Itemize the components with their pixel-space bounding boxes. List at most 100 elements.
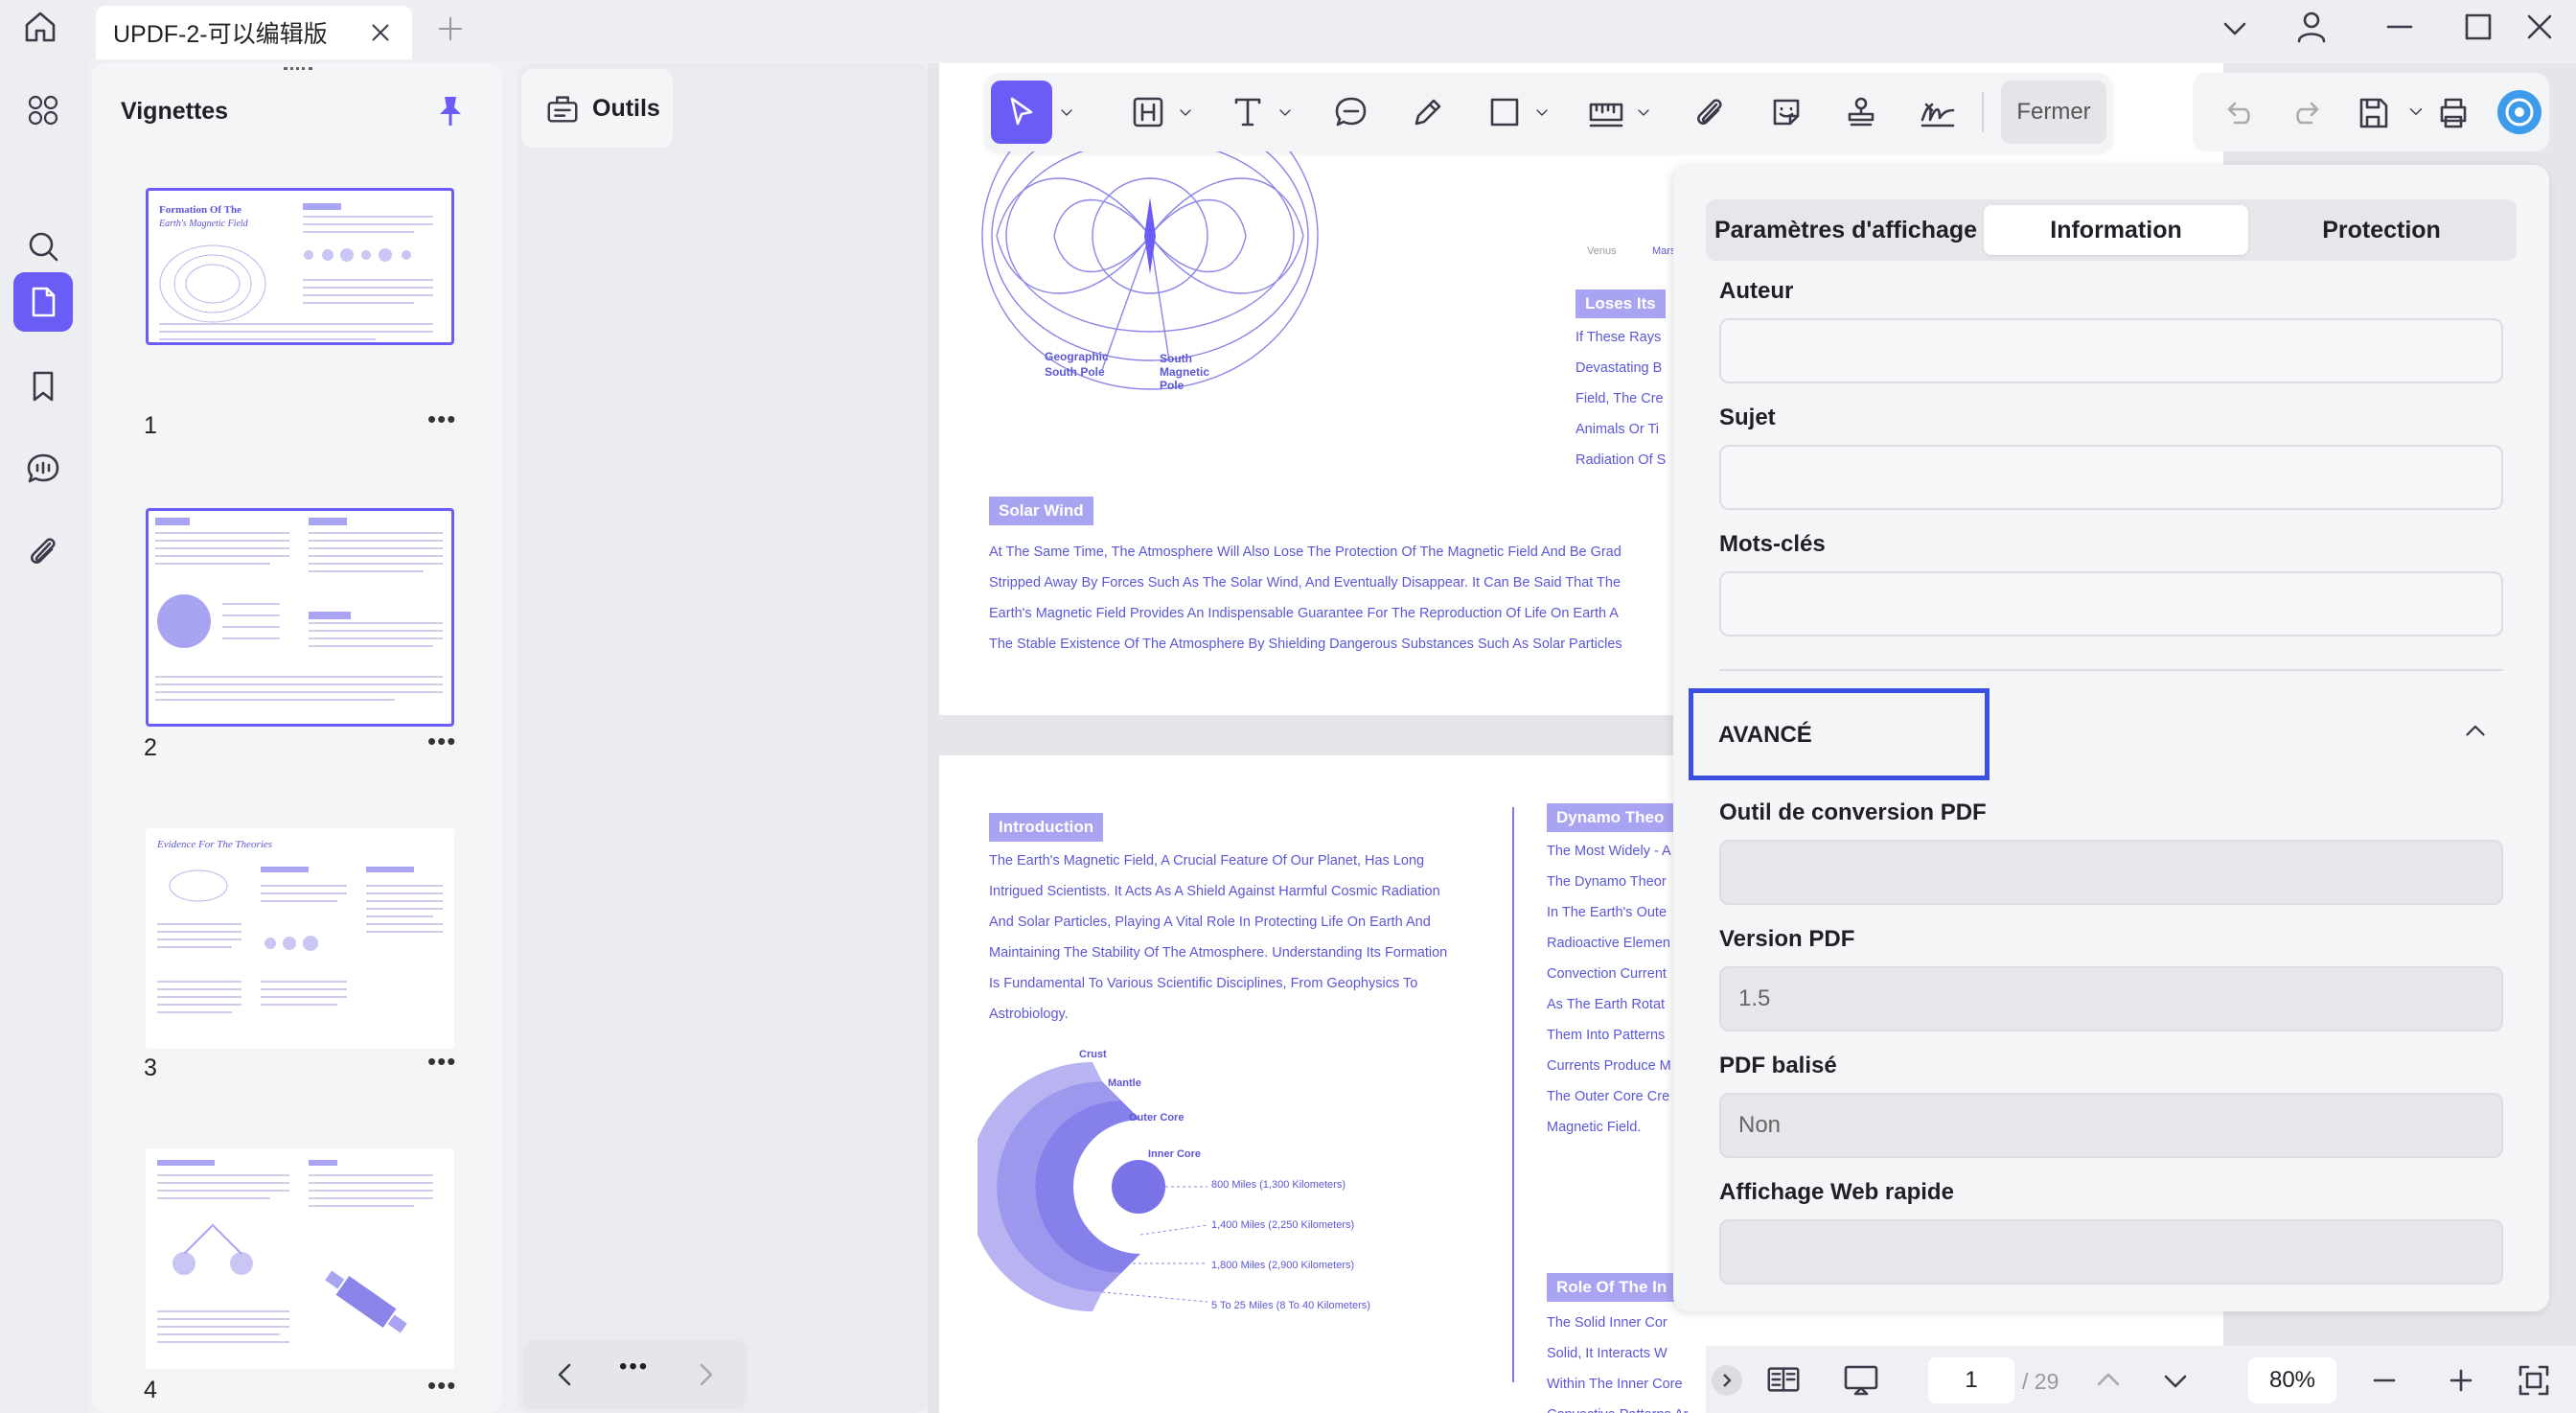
layer-label-inner-core: Inner Core — [1148, 1148, 1202, 1160]
home-icon[interactable] — [21, 8, 59, 46]
next-page-icon[interactable] — [2156, 1361, 2195, 1400]
more-options-icon[interactable]: ••• — [427, 405, 456, 434]
section-label: Loses Its — [1576, 290, 1666, 318]
comment-icon[interactable] — [13, 439, 73, 498]
more-options-icon[interactable]: ••• — [427, 727, 456, 756]
depth-label: 800 Miles (1,300 Kilometers) — [1211, 1179, 1346, 1191]
zoom-in-icon[interactable] — [2442, 1361, 2480, 1400]
page-thumbnail[interactable] — [146, 1148, 454, 1369]
keywords-field[interactable] — [1719, 571, 2503, 637]
save-icon[interactable] — [2354, 94, 2392, 132]
text-line: In The Earth's Oute — [1547, 905, 1668, 920]
tab-information[interactable]: Information — [1984, 205, 2248, 255]
select-tool-icon[interactable] — [991, 81, 1052, 144]
left-rail — [0, 59, 88, 1413]
text-line: Is Fundamental To Various Scientific Dis… — [989, 976, 1418, 991]
diagram-label-geo-south: Geographic — [1045, 350, 1109, 363]
tab-protection[interactable]: Protection — [2250, 205, 2513, 255]
comment-tool-icon[interactable] — [1326, 81, 1376, 144]
text-line: Currents Produce M — [1547, 1058, 1671, 1074]
advanced-section-header[interactable]: AVANCÉ — [1689, 688, 1990, 780]
page-thumbnail[interactable]: Evidence For The Theories — [146, 828, 454, 1049]
more-options-icon[interactable]: ••• — [427, 1371, 456, 1401]
tab-display-settings[interactable]: Paramètres d'affichage — [1710, 205, 1982, 255]
more-icon[interactable]: ••• — [619, 1354, 649, 1380]
section-label: Dynamo Theo — [1547, 803, 1674, 832]
author-field[interactable] — [1719, 318, 2503, 383]
chevron-down-icon[interactable] — [1175, 81, 1196, 144]
collapse-icon[interactable] — [1712, 1365, 1742, 1396]
svg-text:Earth's Magnetic Field: Earth's Magnetic Field — [158, 219, 249, 229]
text-line: The Most Widely - A — [1547, 844, 1671, 859]
tools-label: Outils — [592, 94, 660, 122]
redo-icon[interactable] — [2288, 94, 2327, 132]
page-thumbnail[interactable] — [146, 508, 454, 727]
signature-icon[interactable] — [1911, 81, 1965, 144]
pdf-version-field: 1.5 — [1719, 966, 2503, 1031]
title-bar: UPDF-2-可以编辑版 — [0, 0, 2576, 59]
page-thumbnail[interactable]: Formation Of The Earth's Magnetic Field — [146, 188, 454, 345]
chevron-down-icon[interactable] — [1531, 81, 1552, 144]
attach-file-icon[interactable] — [1685, 81, 1735, 144]
pencil-tool-icon[interactable] — [1403, 81, 1453, 144]
highlight-tool-icon[interactable] — [1123, 81, 1173, 144]
text-line: Stripped Away By Forces Such As The Sola… — [989, 575, 1622, 591]
text-line: The Solid Inner Cor — [1547, 1315, 1668, 1331]
tools-button[interactable]: Outils — [521, 69, 673, 148]
chevron-down-icon[interactable] — [2216, 10, 2254, 48]
more-options-icon[interactable]: ••• — [427, 1047, 456, 1077]
text-line: Astrobiology. — [989, 1007, 1069, 1022]
current-page-input[interactable]: 1 — [1928, 1357, 2014, 1403]
new-tab-icon[interactable] — [435, 13, 466, 44]
diagram-label-geo-south-2: South Pole — [1045, 365, 1105, 379]
text-block: The Earth's Magnetic Field, A Crucial Fe… — [989, 845, 1447, 1030]
shape-tool-icon[interactable] — [1480, 81, 1530, 144]
stamp-icon[interactable] — [1836, 81, 1886, 144]
close-tools-button[interactable]: Fermer — [2001, 81, 2106, 144]
chevron-down-icon[interactable] — [1056, 81, 1077, 144]
fit-page-icon[interactable] — [2515, 1361, 2553, 1400]
page-layout-icon[interactable] — [1765, 1361, 1802, 1398]
attachment-icon[interactable] — [13, 521, 73, 581]
maximize-icon[interactable] — [2459, 8, 2497, 46]
pin-icon[interactable] — [431, 92, 470, 130]
bookmark-icon[interactable] — [13, 357, 73, 416]
minimize-icon[interactable] — [2380, 8, 2419, 46]
print-icon[interactable] — [2434, 94, 2472, 132]
thumbnails-icon[interactable] — [13, 272, 73, 332]
chevron-up-icon[interactable] — [2459, 715, 2492, 748]
close-window-icon[interactable] — [2520, 8, 2559, 46]
undo-icon[interactable] — [2220, 94, 2258, 132]
chevron-down-icon[interactable] — [1275, 81, 1296, 144]
chevron-down-icon[interactable] — [1633, 81, 1654, 144]
text-line: The Earth's Magnetic Field, A Crucial Fe… — [989, 853, 1425, 869]
ai-assistant-icon[interactable] — [2497, 90, 2542, 134]
user-account-icon[interactable] — [2292, 8, 2331, 46]
properties-tabs: Paramètres d'affichage Information Prote… — [1706, 199, 2517, 261]
document-tab[interactable]: UPDF-2-可以编辑版 — [96, 6, 412, 59]
zoom-level[interactable]: 80% — [2248, 1357, 2336, 1403]
text-line: Animals Or Ti — [1576, 422, 1660, 437]
presentation-icon[interactable] — [1842, 1361, 1880, 1400]
text-line: The Dynamo Theor — [1547, 874, 1667, 890]
zoom-out-icon[interactable] — [2365, 1361, 2404, 1400]
layer-label-mantle: Mantle — [1108, 1077, 1141, 1089]
text-block: The Solid Inner Cor Solid, It Interacts … — [1547, 1308, 1689, 1413]
sticker-icon[interactable] — [1761, 81, 1811, 144]
toolbar-divider — [1982, 92, 1984, 132]
organize-pages-icon[interactable] — [13, 81, 73, 140]
previous-page-icon[interactable] — [2089, 1361, 2128, 1400]
text-tool-icon[interactable] — [1223, 81, 1273, 144]
subject-field[interactable] — [1719, 445, 2503, 510]
search-icon[interactable] — [13, 217, 73, 276]
text-line: As The Earth Rotat — [1547, 997, 1666, 1012]
document-properties-panel: Paramètres d'affichage Information Prote… — [1673, 165, 2549, 1311]
chevron-down-icon[interactable] — [2405, 102, 2426, 123]
close-tab-icon[interactable] — [366, 18, 395, 47]
measure-tool-icon[interactable] — [1581, 81, 1631, 144]
text-line: The Outer Core Cre — [1547, 1089, 1670, 1104]
drag-handle[interactable] — [284, 67, 312, 73]
chevron-left-icon[interactable] — [546, 1355, 585, 1394]
chevron-right-icon[interactable] — [686, 1355, 724, 1394]
text-line: The Stable Existence Of The Atmosphere B… — [989, 637, 1622, 652]
